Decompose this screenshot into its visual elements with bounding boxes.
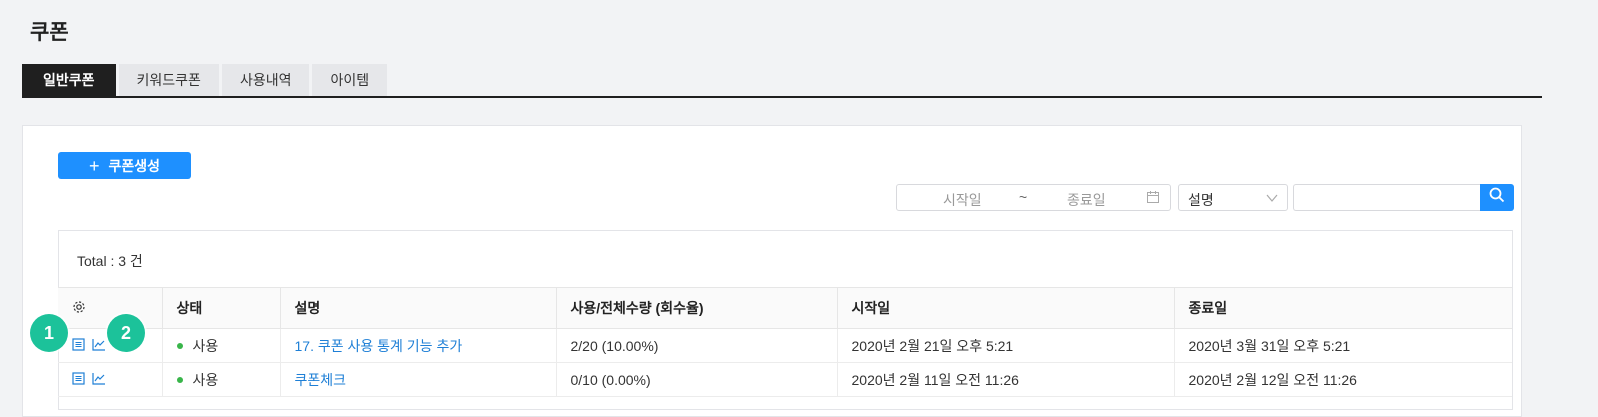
chart-line-icon[interactable] [92, 338, 106, 354]
tab-underline [22, 96, 1542, 98]
chevron-down-icon [1265, 191, 1279, 208]
description-link[interactable]: 17. 쿠폰 사용 통계 기능 추가 [295, 338, 463, 354]
usage-header: 사용/전체수량 (회수율) [555, 287, 838, 329]
start-date-placeholder: 시작일 [943, 192, 982, 208]
tab-keyword-coupon[interactable]: 키워드쿠폰 [118, 64, 219, 97]
detail-list-icon[interactable] [72, 337, 85, 354]
create-coupon-button[interactable]: + 쿠폰생성 [58, 152, 191, 179]
annotation-badge-2: 2 [107, 314, 145, 352]
status-dot-icon [176, 376, 183, 383]
start-date-cell: 2020년 2월 21일 오후 5:21 [836, 328, 1175, 363]
table-header-row: 상태 설명 사용/전체수량 (회수율) 시작일 종료일 [58, 287, 1512, 329]
table-row: 사용 쿠폰체크 0/10 (0.00%) 2020년 2월 11일 오전 11:… [58, 362, 1512, 397]
plus-icon: + [88, 155, 100, 176]
detail-list-icon[interactable] [72, 371, 85, 388]
tab-items[interactable]: 아이템 [312, 64, 388, 97]
description-link[interactable]: 쿠폰체크 [295, 372, 347, 388]
description-cell[interactable]: 쿠폰체크 [279, 362, 557, 397]
end-date-cell: 2020년 2월 12일 오전 11:26 [1173, 362, 1512, 397]
search-field-select[interactable]: 설명 [1178, 184, 1288, 211]
start-date-header: 시작일 [836, 287, 1175, 329]
date-separator: ~ [1019, 189, 1028, 205]
settings-gear-icon[interactable] [72, 300, 86, 317]
total-count: Total : 3 건 [77, 253, 143, 269]
annotation-badge-1: 1 [30, 314, 68, 352]
tab-usage-history[interactable]: 사용내역 [221, 64, 310, 97]
status-text: 사용 [192, 337, 219, 354]
usage-cell: 2/20 (10.00%) [555, 328, 838, 363]
start-date-cell: 2020년 2월 11일 오전 11:26 [836, 362, 1175, 397]
tab-bar: 일반쿠폰 키워드쿠폰 사용내역 아이템 [22, 64, 390, 97]
chart-line-icon[interactable] [92, 372, 106, 388]
status-header: 상태 [161, 287, 281, 329]
search-icon [1489, 187, 1505, 208]
description-header: 설명 [279, 287, 557, 329]
coupon-table: 상태 설명 사용/전체수량 (회수율) 시작일 종료일 사용 17. 쿠폰 사용… [58, 287, 1512, 397]
table-row: 사용 17. 쿠폰 사용 통계 기능 추가 2/20 (10.00%) 2020… [58, 328, 1512, 363]
end-date-cell: 2020년 3월 31일 오후 5:21 [1173, 328, 1512, 363]
description-cell[interactable]: 17. 쿠폰 사용 통계 기능 추가 [279, 328, 557, 363]
search-button[interactable] [1480, 184, 1514, 211]
status-cell: 사용 [161, 328, 281, 363]
status-cell: 사용 [161, 362, 281, 397]
status-dot-icon [176, 342, 183, 349]
date-range-picker[interactable]: 시작일 ~ 종료일 [896, 184, 1171, 211]
end-date-placeholder: 종료일 [1067, 192, 1106, 208]
calendar-icon [1146, 190, 1160, 207]
create-coupon-label: 쿠폰생성 [108, 157, 161, 174]
usage-cell: 0/10 (0.00%) [555, 362, 838, 397]
status-text: 사용 [192, 371, 219, 388]
page-title: 쿠폰 [30, 21, 69, 44]
tab-general-coupon[interactable]: 일반쿠폰 [22, 64, 116, 97]
search-field-value: 설명 [1188, 192, 1214, 208]
end-date-header: 종료일 [1173, 287, 1512, 329]
search-input[interactable] [1293, 184, 1483, 211]
row-actions [58, 362, 163, 397]
